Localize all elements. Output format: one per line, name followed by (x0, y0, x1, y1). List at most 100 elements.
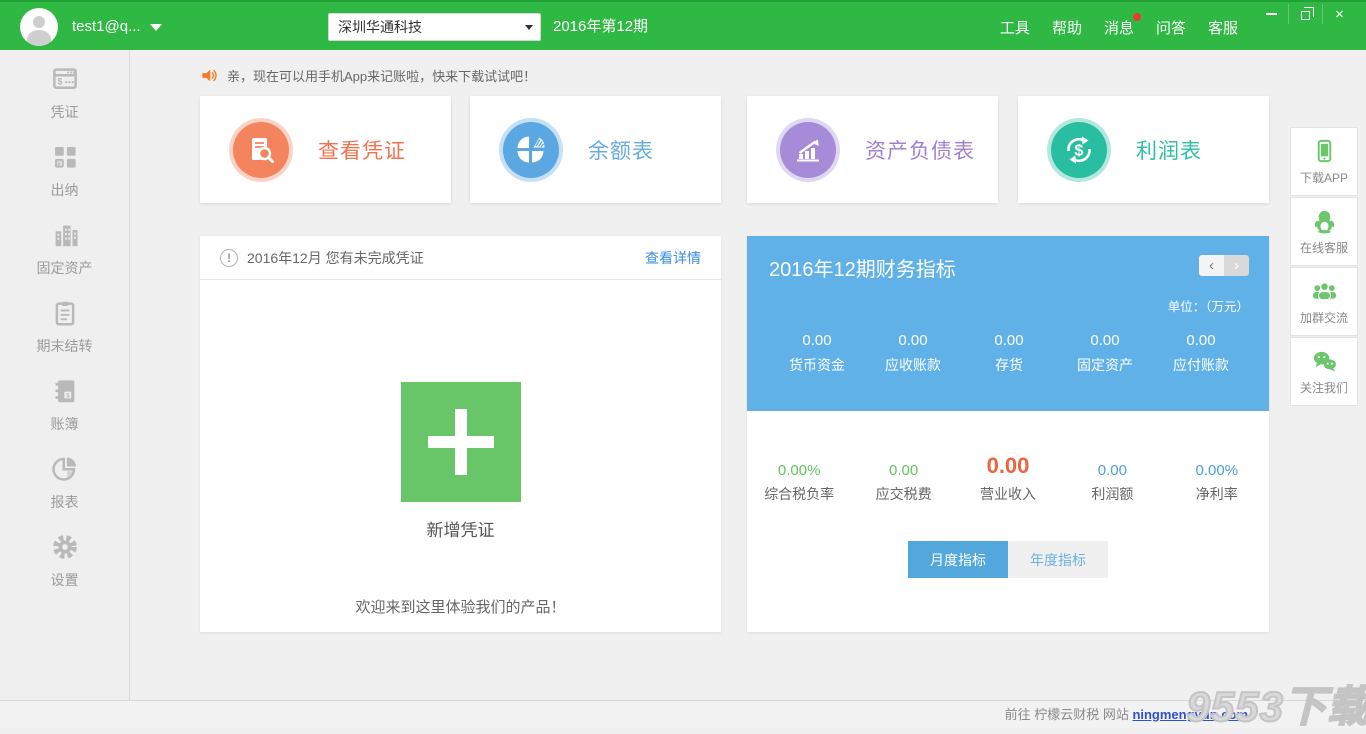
add-voucher-button[interactable] (401, 382, 521, 502)
floating-toolbar: 下载APP 在线客服 加群交流 关注我们 (1290, 127, 1358, 407)
qq-icon (1311, 208, 1338, 235)
next-period-button[interactable]: › (1224, 255, 1249, 276)
menu-item-label: 消息 (1104, 20, 1134, 37)
notice-text: 亲，现在可以用手机App来记账啦，快来下载试试吧！ (227, 66, 536, 85)
metric-net-margin: 0.00% 净利率 (1165, 453, 1269, 504)
view-details-link[interactable]: 查看详情 (645, 248, 701, 268)
menu-item-support[interactable]: 客服 (1208, 17, 1238, 38)
indicators-white-section: 0.00% 综合税负率 0.00 应交税费 0.00 营业收入 0.00 利润额 (747, 411, 1269, 632)
unit-label: 单位：（万元） (769, 296, 1249, 315)
card-label: 利润表 (1136, 135, 1202, 165)
phone-icon (1311, 138, 1338, 165)
metric-cash: 0.00 货币资金 (769, 332, 865, 375)
metric-inventory: 0.00 存货 (961, 332, 1057, 375)
menu-item-tools[interactable]: 工具 (1000, 17, 1030, 38)
minimize-button[interactable] (1254, 4, 1288, 24)
metric-label: 营业收入 (956, 484, 1060, 504)
sidebar-item-settings[interactable]: 设置 (0, 532, 129, 588)
prev-period-button[interactable]: ‹ (1199, 255, 1224, 276)
sidebar-item-ledger[interactable]: $ 账簿 (0, 376, 129, 432)
minimize-icon (1266, 13, 1277, 15)
sidebar-item-label: 账簿 (51, 414, 79, 434)
voucher-panel-body: 新增凭证 欢迎来到这里体验我们的产品！ (200, 280, 721, 631)
avatar[interactable] (20, 8, 58, 46)
metric-value: 0.00 (865, 332, 961, 349)
welcome-text: 欢迎来到这里体验我们的产品！ (200, 596, 721, 617)
footer-bar: 前往 柠檬云财税 网站 ningmengyun.com (0, 700, 1366, 728)
card-profit[interactable]: $ 利润表 (1018, 96, 1269, 203)
metric-profit: 0.00 利润额 (1060, 453, 1164, 504)
top-menu: 工具 帮助 消息 问答 客服 (1000, 2, 1238, 52)
tool-label: 加群交流 (1300, 309, 1348, 326)
footer-text: 前往 柠檬云财税 网站 ningmengyun.com (1005, 701, 1248, 729)
svg-text:¥: ¥ (57, 161, 61, 168)
settings-icon (50, 532, 80, 562)
sidebar-item-period-end[interactable]: 期末结转 (0, 298, 129, 354)
card-label: 查看凭证 (318, 135, 406, 165)
sidebar-item-fixed-assets[interactable]: 固定资产 (0, 220, 129, 276)
download-app-button[interactable]: 下载APP (1290, 127, 1358, 196)
metric-payables: 0.00 应付账款 (1153, 332, 1249, 375)
card-label: 余额表 (588, 135, 654, 165)
tool-label: 在线客服 (1300, 239, 1348, 256)
online-support-button[interactable]: 在线客服 (1290, 197, 1358, 266)
voucher-panel: ! 2016年12月 您有未完成凭证 查看详情 新增凭证 欢迎来到这里体验我们的… (200, 236, 721, 632)
sidebar-item-cashier[interactable]: ¥ 出纳 (0, 142, 129, 198)
close-button[interactable]: × (1322, 4, 1356, 24)
card-balance-sheet[interactable]: 余额表 (470, 96, 721, 203)
sidebar-item-voucher[interactable]: $ 凭证 (0, 64, 129, 120)
sidebar-item-label: 设置 (51, 570, 79, 590)
footer-text-prefix: 前往 柠檬云财税 网站 (1005, 707, 1133, 722)
card-label: 资产负债表 (865, 135, 975, 165)
sidebar-item-label: 出纳 (51, 180, 79, 200)
view-voucher-icon (233, 122, 289, 178)
select-caret-icon (525, 25, 533, 30)
menu-item-qa[interactable]: 问答 (1156, 17, 1186, 38)
sidebar-item-reports[interactable]: 报表 (0, 454, 129, 510)
speaker-icon (200, 66, 219, 85)
metric-value: 0.00 (961, 332, 1057, 349)
metric-value: 0.00 (1057, 332, 1153, 349)
sidebar-item-label: 凭证 (51, 102, 79, 122)
voucher-panel-header: ! 2016年12月 您有未完成凭证 查看详情 (200, 236, 721, 280)
metric-value: 0.00 (1060, 453, 1164, 479)
user-menu[interactable]: test1@q... (72, 2, 162, 52)
tab-yearly-indicators[interactable]: 年度指标 (1008, 541, 1108, 578)
svg-text:$: $ (66, 392, 70, 399)
main-content: 亲，现在可以用手机App来记账啦，快来下载试试吧！ 查看凭证 余额表 ! 201… (131, 50, 1366, 700)
metric-value: 0.00% (1165, 453, 1269, 479)
tab-monthly-indicators[interactable]: 月度指标 (908, 541, 1008, 578)
tool-label: 下载APP (1300, 169, 1348, 186)
tool-label: 关注我们 (1300, 379, 1348, 396)
sidebar-item-label: 固定资产 (37, 258, 93, 278)
menu-item-messages[interactable]: 消息 (1104, 17, 1134, 38)
indicators-title: 2016年12期财务指标 (769, 253, 956, 282)
period-end-icon (50, 298, 80, 328)
metric-label: 应交税费 (851, 484, 955, 504)
company-select[interactable]: 深圳华通科技 (328, 13, 541, 41)
follow-us-button[interactable]: 关注我们 (1290, 337, 1358, 406)
restore-button[interactable] (1288, 4, 1322, 24)
profit-icon: $ (1051, 122, 1107, 178)
metric-revenue: 0.00 营业收入 (956, 453, 1060, 504)
website-link[interactable]: ningmengyun.com (1132, 707, 1248, 722)
period-pager: ‹ › (1199, 255, 1249, 276)
unfinished-voucher-text: 2016年12月 您有未完成凭证 (247, 248, 636, 268)
metric-label: 综合税负率 (747, 484, 851, 504)
indicator-tabs: 月度指标 年度指标 (908, 541, 1108, 578)
chevron-down-icon (150, 24, 162, 31)
card-asset-liability[interactable]: 资产负债表 (747, 96, 998, 203)
warning-icon: ! (220, 249, 238, 267)
titlebar: test1@q... 深圳华通科技 2016年第12期 工具 帮助 消息 问答 … (0, 0, 1366, 50)
join-group-button[interactable]: 加群交流 (1290, 267, 1358, 336)
sidebar-item-label: 期末结转 (37, 336, 93, 356)
indicators-panel: 2016年12期财务指标 ‹ › 单位：（万元） 0.00 货币资金 0.00 … (747, 236, 1269, 632)
metric-label: 存货 (961, 355, 1057, 375)
username-text: test1@q... (72, 18, 141, 35)
cashier-icon: ¥ (50, 142, 80, 172)
card-view-voucher[interactable]: 查看凭证 (200, 96, 451, 203)
menu-item-help[interactable]: 帮助 (1052, 17, 1082, 38)
metric-value: 0.00 (956, 453, 1060, 479)
metric-tax-burden: 0.00% 综合税负率 (747, 453, 851, 504)
ledger-icon: $ (50, 376, 80, 406)
